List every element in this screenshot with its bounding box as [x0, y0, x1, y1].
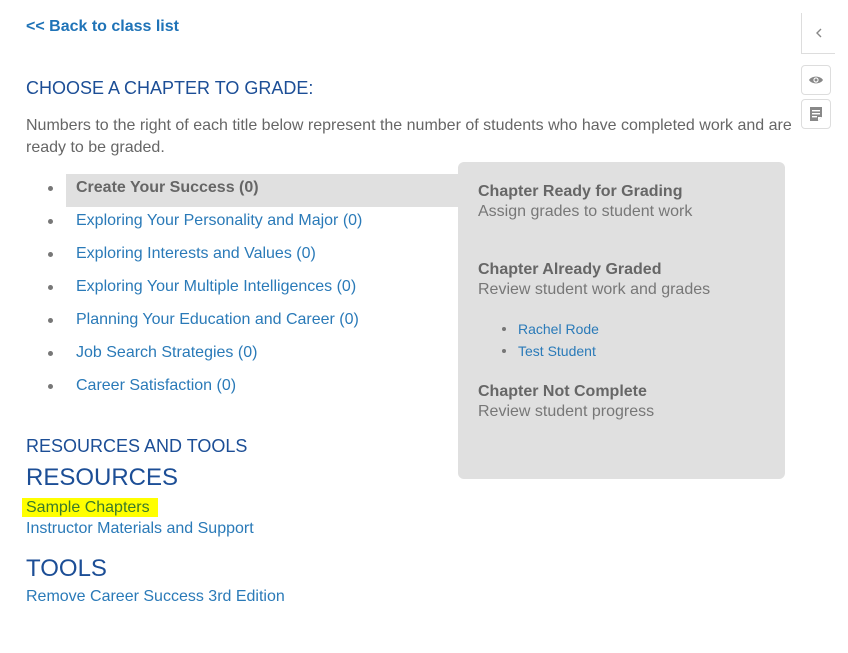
- chapter-item: Career Satisfaction (0): [40, 372, 460, 405]
- bullet-icon: [48, 219, 53, 224]
- status-graded-title: Chapter Already Graded: [478, 261, 662, 278]
- resources-and-tools-heading: RESOURCES AND TOOLS: [26, 436, 248, 456]
- chapter-item: Create Your Success (0): [40, 174, 460, 207]
- chapter-status-panel: Chapter Ready for Grading Assign grades …: [458, 162, 785, 479]
- bullet-icon: [48, 285, 53, 290]
- bullet-icon: [48, 351, 53, 356]
- chapter-job-search-link[interactable]: Job Search Strategies (0): [76, 344, 257, 361]
- choose-chapter-heading: CHOOSE A CHAPTER TO GRADE:: [26, 78, 314, 98]
- status-ready-title: Chapter Ready for Grading: [478, 183, 683, 200]
- bullet-icon: [502, 349, 506, 353]
- collapse-sidebar-button[interactable]: [801, 13, 835, 54]
- chapter-item: Exploring Your Multiple Intelligences (0…: [40, 273, 460, 306]
- back-to-class-list-link[interactable]: << Back to class list: [26, 18, 179, 36]
- graded-students-list: Rachel Rode Test Student: [498, 318, 599, 362]
- notes-icon: [810, 107, 822, 121]
- chapter-exploring-personality-link[interactable]: Exploring Your Personality and Major (0): [76, 212, 362, 229]
- sample-chapters-link[interactable]: Sample Chapters: [22, 498, 158, 517]
- student-item: Test Student: [498, 340, 599, 362]
- bullet-icon: [48, 252, 53, 257]
- chevron-left-icon: [815, 28, 821, 38]
- instructor-materials-link[interactable]: Instructor Materials and Support: [26, 520, 254, 538]
- student-link-test-student[interactable]: Test Student: [518, 343, 596, 359]
- student-link-rachel-rode[interactable]: Rachel Rode: [518, 321, 599, 337]
- chapter-exploring-interests-link[interactable]: Exploring Interests and Values (0): [76, 245, 316, 262]
- bullet-icon: [502, 327, 506, 331]
- status-graded-desc: Review student work and grades: [478, 281, 711, 298]
- chapter-planning-education-link[interactable]: Planning Your Education and Career (0): [76, 311, 359, 328]
- bullet-icon: [48, 318, 53, 323]
- eye-icon: [809, 76, 823, 84]
- status-incomplete-section: Chapter Not Complete Review student prog…: [478, 382, 654, 422]
- chapter-item: Planning Your Education and Career (0): [40, 306, 460, 339]
- remove-career-success-link[interactable]: Remove Career Success 3rd Edition: [26, 588, 285, 606]
- status-incomplete-desc: Review student progress: [478, 403, 655, 420]
- resources-heading: RESOURCES: [26, 464, 179, 491]
- chapter-create-your-success[interactable]: Create Your Success (0): [66, 174, 458, 207]
- status-graded-section: Chapter Already Graded Review student wo…: [478, 260, 710, 300]
- chapter-item: Job Search Strategies (0): [40, 339, 460, 372]
- preview-button[interactable]: [801, 65, 831, 95]
- chapter-item: Exploring Your Personality and Major (0): [40, 207, 460, 240]
- chapter-multiple-intelligences-link[interactable]: Exploring Your Multiple Intelligences (0…: [76, 278, 356, 295]
- grading-instructions: Numbers to the right of each title below…: [26, 117, 792, 156]
- tools-heading: TOOLS: [26, 555, 107, 582]
- status-incomplete-title: Chapter Not Complete: [478, 383, 647, 400]
- status-ready-desc: Assign grades to student work: [478, 203, 693, 220]
- chapter-list: Create Your Success (0) Exploring Your P…: [40, 174, 460, 405]
- student-item: Rachel Rode: [498, 318, 599, 340]
- chapter-item: Exploring Interests and Values (0): [40, 240, 460, 273]
- notes-button[interactable]: [801, 99, 831, 129]
- bullet-icon: [48, 384, 53, 389]
- bullet-icon: [48, 186, 53, 191]
- chapter-career-satisfaction-link[interactable]: Career Satisfaction (0): [76, 377, 236, 394]
- status-ready-section: Chapter Ready for Grading Assign grades …: [478, 182, 692, 222]
